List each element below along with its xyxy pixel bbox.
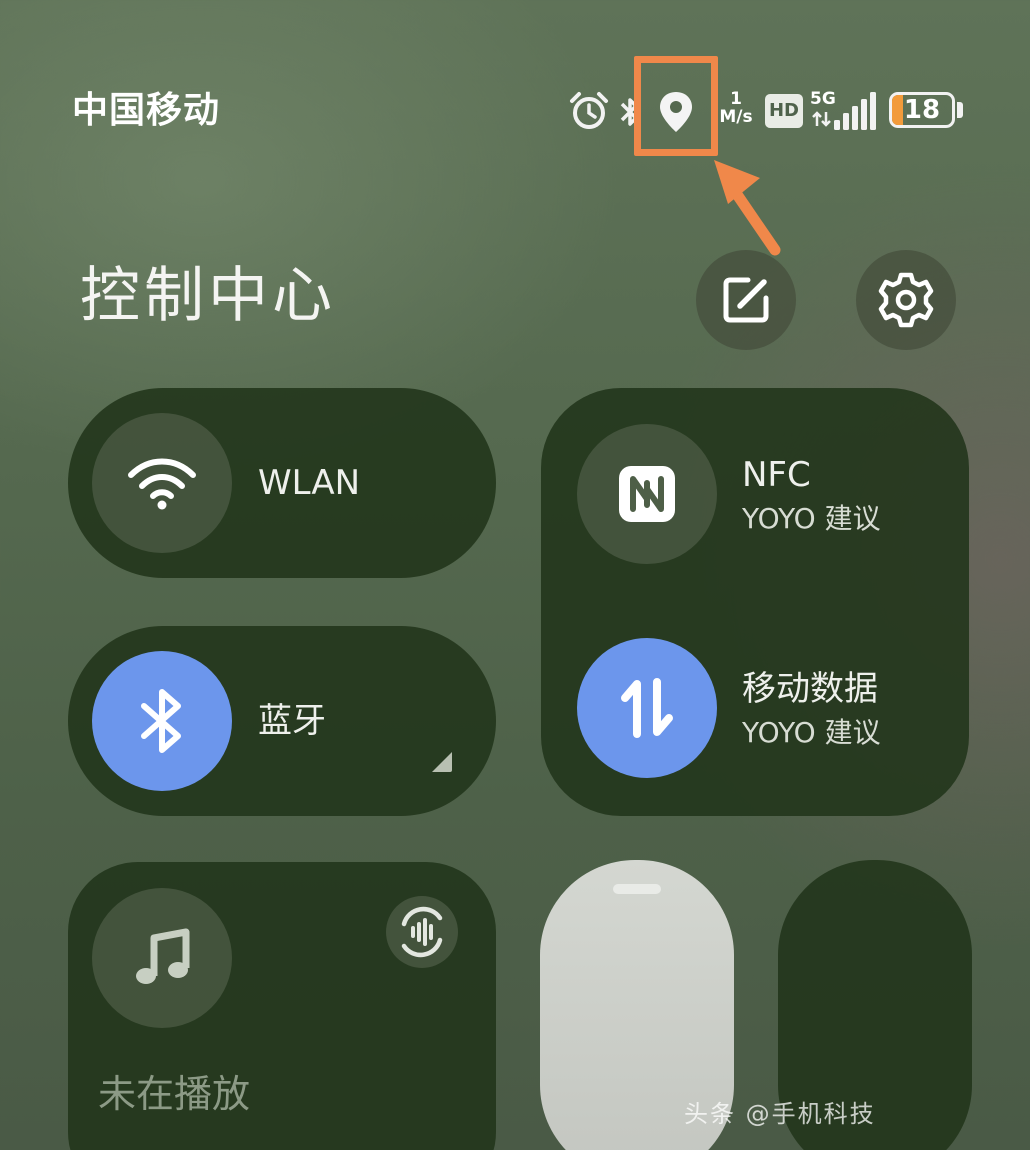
data-activity-icon: [812, 110, 832, 128]
page-title: 控制中心: [80, 261, 336, 331]
watermark: 头条 @手机科技: [684, 1100, 876, 1128]
wlan-toggle[interactable]: [92, 413, 232, 553]
media-art-placeholder: [92, 888, 232, 1028]
bluetooth-toggle[interactable]: [92, 651, 232, 791]
edit-button[interactable]: [696, 250, 796, 350]
network-speed-unit: M/s: [719, 107, 753, 127]
network-speed-value: 1: [730, 89, 742, 109]
location-highlight-box: [634, 56, 718, 156]
battery-cap: [957, 102, 963, 118]
battery-icon: 18: [889, 92, 955, 128]
carrier-name: 中国移动: [72, 90, 221, 131]
media-status: 未在播放: [98, 1072, 251, 1116]
settings-button[interactable]: [856, 250, 956, 350]
mobile-data-label: 移动数据: [742, 669, 878, 709]
network-speed: 1 M/s: [716, 90, 756, 126]
annotation-arrow-icon: [700, 150, 790, 260]
bluetooth-tile[interactable]: 蓝牙: [68, 626, 496, 816]
nfc-toggle[interactable]: [577, 424, 717, 564]
nfc-suggestion: YOYO 建议: [742, 502, 881, 535]
battery-level-text: 18: [903, 95, 941, 125]
bluetooth-label: 蓝牙: [258, 701, 326, 741]
connectivity-tile: NFC YOYO 建议 移动数据 YOYO 建议: [541, 388, 969, 816]
wlan-tile[interactable]: WLAN: [68, 388, 496, 578]
wifi-icon: [128, 458, 196, 510]
signal-icon: [834, 92, 876, 130]
brightness-slider-handle[interactable]: [613, 884, 661, 894]
alarm-icon: [568, 90, 610, 132]
mobile-data-suggestion: YOYO 建议: [742, 716, 881, 749]
nfc-label: NFC: [742, 455, 811, 495]
settings-icon: [878, 272, 934, 328]
expand-corner-icon[interactable]: [430, 750, 454, 774]
mobile-data-toggle[interactable]: [577, 638, 717, 778]
mobile-data-icon: [621, 678, 673, 738]
nfc-icon: [619, 466, 675, 522]
music-note-icon: [136, 928, 190, 984]
media-tile[interactable]: 未在播放: [68, 862, 496, 1150]
wlan-label: WLAN: [258, 463, 361, 503]
edit-icon: [723, 277, 769, 323]
audio-output-button[interactable]: [386, 896, 458, 968]
hd-badge: HD: [765, 94, 803, 128]
audio-wave-icon: [401, 906, 443, 958]
network-type: 5G: [810, 89, 836, 109]
bluetooth-icon: [141, 689, 181, 753]
